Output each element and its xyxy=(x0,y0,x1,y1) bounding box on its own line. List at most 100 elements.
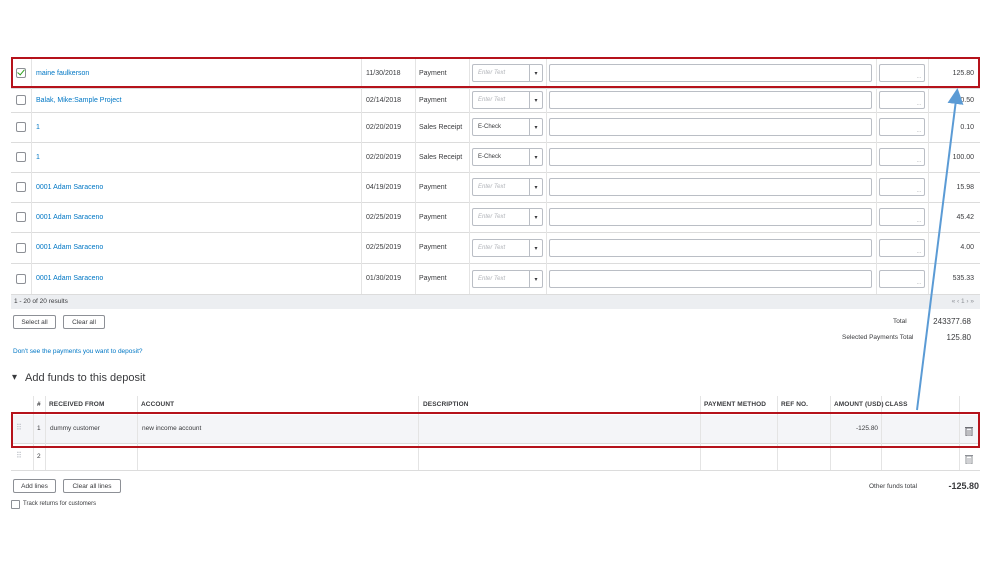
add-funds-title: Add funds to this deposit xyxy=(25,372,146,384)
payment-customer-link[interactable]: maine faulkerson xyxy=(36,58,356,88)
other-funds-label: Other funds total xyxy=(869,483,918,490)
payment-select-checkbox[interactable] xyxy=(16,95,26,105)
trash-icon[interactable] xyxy=(965,451,973,469)
received-from-cell[interactable]: dummy customer xyxy=(50,425,100,432)
payment-memo-input[interactable] xyxy=(549,178,872,196)
payment-method-select[interactable]: Enter Text ▾ xyxy=(472,239,543,257)
payment-memo-input[interactable] xyxy=(549,239,872,257)
more-icon: ... xyxy=(916,158,921,164)
account-cell[interactable]: new income account xyxy=(142,425,201,432)
payment-method-select[interactable]: Enter Text ▾ xyxy=(472,208,543,226)
payment-memo-input[interactable] xyxy=(549,91,872,109)
payment-ref-input[interactable]: ... xyxy=(879,118,925,136)
track-returns-checkbox[interactable] xyxy=(11,500,20,509)
drag-handle-icon[interactable]: ⠿ xyxy=(16,451,22,460)
payment-date: 02/20/2019 xyxy=(366,153,402,161)
payment-method-select[interactable]: Enter Text ▾ xyxy=(472,91,543,109)
payment-memo-input[interactable] xyxy=(549,118,872,136)
add-lines-button[interactable]: Add lines xyxy=(13,479,56,493)
payment-row[interactable]: 1 02/20/2019 Sales Receipt E-Check ▾... 100.0… xyxy=(11,142,980,173)
payment-amount: 100.00 xyxy=(952,153,974,161)
col-header-description: DESCRIPTION xyxy=(423,401,469,408)
payment-memo-input[interactable] xyxy=(549,64,872,82)
chevron-down-icon[interactable]: ▾ xyxy=(529,92,542,108)
payment-row[interactable]: 1 02/20/2019 Sales Receipt E-Check ▾... 0.10 xyxy=(11,112,980,143)
col-header-class: CLASS xyxy=(885,401,908,408)
payment-row[interactable]: 0001 Adam Saraceno 01/30/2019 Payment Enter… xyxy=(11,263,980,295)
more-icon: ... xyxy=(916,249,921,255)
chevron-down-icon[interactable]: ▾ xyxy=(529,119,542,135)
collapse-toggle-icon[interactable]: ▾ xyxy=(12,372,17,383)
payment-customer-link[interactable]: 0001 Adam Saraceno xyxy=(36,263,356,294)
amount-cell[interactable]: -125.80 xyxy=(856,425,878,432)
payment-select-checkbox[interactable] xyxy=(16,212,26,222)
other-funds-value: -125.80 xyxy=(948,481,979,491)
chevron-down-icon[interactable]: ▾ xyxy=(529,179,542,195)
clear-all-lines-button[interactable]: Clear all lines xyxy=(63,479,121,493)
payment-customer-link[interactable]: Balak, Mike:Sample Project xyxy=(36,88,356,112)
payment-customer-link[interactable]: 0001 Adam Saraceno xyxy=(36,172,356,202)
payment-select-checkbox[interactable] xyxy=(16,122,26,132)
select-all-button[interactable]: Select all xyxy=(13,315,56,329)
funds-line[interactable]: ⠿ 2 xyxy=(11,444,980,471)
chevron-down-icon[interactable]: ▾ xyxy=(529,209,542,225)
chevron-down-icon[interactable]: ▾ xyxy=(529,65,542,81)
payment-ref-input[interactable]: ... xyxy=(879,178,925,196)
payment-ref-input[interactable]: ... xyxy=(879,64,925,82)
payment-method-value: Enter Text xyxy=(478,214,506,220)
chevron-down-icon[interactable]: ▾ xyxy=(529,240,542,256)
payment-row[interactable]: maine faulkerson 11/30/2018 Payment Enter T… xyxy=(11,58,980,89)
payment-select-checkbox[interactable] xyxy=(16,152,26,162)
payment-method-select[interactable]: Enter Text ▾ xyxy=(472,178,543,196)
clear-all-button[interactable]: Clear all xyxy=(63,315,105,329)
payment-select-checkbox[interactable] xyxy=(16,242,26,253)
payment-select-checkbox[interactable] xyxy=(16,68,26,78)
total-label: Total xyxy=(893,318,907,325)
payment-row[interactable]: Balak, Mike:Sample Project 02/14/2018 Paym… xyxy=(11,88,980,113)
payment-customer-link[interactable]: 1 xyxy=(36,142,356,172)
results-count: 1 - 20 of 20 results xyxy=(14,298,68,305)
chevron-down-icon[interactable]: ▾ xyxy=(529,149,542,165)
col-header-amount: AMOUNT (USD) xyxy=(834,401,884,408)
payment-memo-input[interactable] xyxy=(549,208,872,226)
payment-customer-link[interactable]: 0001 Adam Saraceno xyxy=(36,202,356,232)
payment-select-checkbox[interactable] xyxy=(16,182,26,192)
more-icon: ... xyxy=(916,188,921,194)
col-header-num: # xyxy=(37,401,41,408)
payment-customer-link[interactable]: 1 xyxy=(36,112,356,142)
payment-amount: 535.33 xyxy=(952,275,974,282)
payment-row[interactable]: 0001 Adam Saraceno 02/25/2019 Payment Enter… xyxy=(11,232,980,264)
payment-customer-link[interactable]: 0001 Adam Saraceno xyxy=(36,232,356,263)
payment-ref-input[interactable]: ... xyxy=(879,270,925,288)
trash-icon[interactable] xyxy=(965,423,973,441)
payment-row[interactable]: 0001 Adam Saraceno 04/19/2019 Payment Enter… xyxy=(11,172,980,203)
payment-type: Sales Receipt xyxy=(419,153,463,161)
payment-method-value: Enter Text xyxy=(478,245,506,251)
more-icon: ... xyxy=(916,101,921,107)
payment-select-checkbox[interactable] xyxy=(16,273,26,284)
funds-line[interactable]: ⠿ 1 dummy customer new income account -1… xyxy=(11,415,980,444)
payment-date: 02/25/2019 xyxy=(366,244,402,251)
payment-date: 02/20/2019 xyxy=(366,123,402,131)
payment-ref-input[interactable]: ... xyxy=(879,148,925,166)
line-number: 2 xyxy=(37,453,41,460)
payment-row[interactable]: 0001 Adam Saraceno 02/25/2019 Payment Enter… xyxy=(11,202,980,233)
payment-ref-input[interactable]: ... xyxy=(879,91,925,109)
chevron-down-icon[interactable]: ▾ xyxy=(529,271,542,287)
payment-method-select[interactable]: E-Check ▾ xyxy=(472,118,543,136)
payment-memo-input[interactable] xyxy=(549,148,872,166)
payment-date: 02/25/2019 xyxy=(366,213,402,221)
payment-method-select[interactable]: Enter Text ▾ xyxy=(472,64,543,82)
payment-type: Payment xyxy=(419,183,447,191)
payment-ref-input[interactable]: ... xyxy=(879,208,925,226)
track-returns-label: Track returns for customers xyxy=(23,501,97,507)
payment-method-select[interactable]: Enter Text ▾ xyxy=(472,270,543,288)
dont-see-payments-link[interactable]: Don't see the payments you want to depos… xyxy=(13,348,143,355)
payment-amount: 15.98 xyxy=(956,183,974,191)
payment-ref-input[interactable]: ... xyxy=(879,239,925,257)
more-icon: ... xyxy=(916,128,921,134)
payment-memo-input[interactable] xyxy=(549,270,872,288)
drag-handle-icon[interactable]: ⠿ xyxy=(16,423,22,432)
payment-method-select[interactable]: E-Check ▾ xyxy=(472,148,543,166)
pager[interactable]: « ‹ 1 › » xyxy=(952,298,974,305)
